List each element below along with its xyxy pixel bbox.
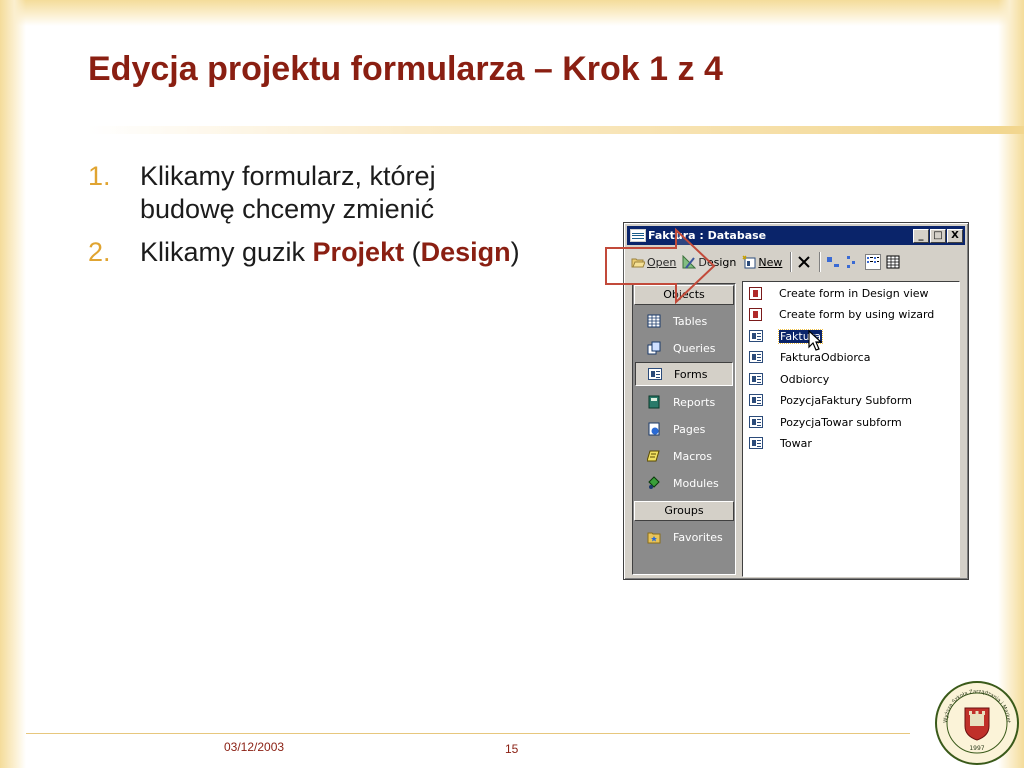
list-item-label: Odbiorcy (780, 372, 830, 386)
sidebar-item-label: Macros (673, 449, 713, 463)
bullet-text: Klikamy formularz, której budowę chcemy … (140, 160, 648, 226)
bullet-line: budowę chcemy zmienić (140, 194, 435, 224)
forms-list: Create form in Design view Create form b… (742, 281, 960, 577)
sidebar-item-reports[interactable]: Reports (635, 390, 733, 414)
close-button[interactable]: X (947, 228, 963, 243)
callout-arrow-icon (605, 228, 716, 304)
sidebar-item-macros[interactable]: Macros (635, 444, 733, 468)
school-seal-logo: Wyższa Szkoła Zarządzania i Marketingu w… (934, 680, 1019, 765)
title-underline (88, 126, 1024, 134)
list-item-label: PozycjaTowar subform (780, 415, 902, 429)
slide-title: Edycja projektu formularza – Krok 1 z 4 (88, 50, 723, 88)
list-item[interactable]: Towar (749, 434, 813, 452)
window-controls: _ □ X (912, 228, 963, 243)
toolbar-separator (819, 252, 822, 272)
bullet-number: 1. (88, 161, 111, 191)
details-view-icon[interactable] (886, 255, 900, 269)
sidebar-item-queries[interactable]: Queries (635, 336, 733, 360)
bullet-line: Klikamy formularz, której (140, 161, 436, 191)
small-icons-view-icon[interactable] (846, 255, 860, 269)
sidebar-item-label: Pages (673, 422, 706, 436)
footer-date: 03/12/2003 (224, 740, 285, 754)
sidebar-item-modules[interactable]: Modules (635, 471, 733, 495)
list-item-label: FakturaOdbiorca (780, 350, 871, 364)
form-icon (648, 368, 662, 380)
new-label: New (758, 255, 783, 269)
form-icon (749, 416, 763, 428)
bullet-item-2: 2. Klikamy guzik Projekt (Design) (88, 236, 648, 269)
form-icon (749, 394, 763, 406)
mouse-pointer-icon (808, 330, 823, 351)
footer-divider (26, 733, 910, 734)
list-view-icon[interactable] (865, 254, 882, 270)
form-icon (749, 373, 763, 385)
form-icon (749, 351, 763, 363)
sidebar-item-label: Queries (673, 341, 716, 355)
list-item-label: Create form in Design view (779, 286, 929, 300)
list-item[interactable]: PozycjaTowar subform (749, 413, 903, 431)
bullet-bold-projekt: Projekt (312, 237, 405, 267)
table-icon (647, 314, 661, 328)
form-icon (749, 437, 763, 449)
list-item[interactable]: Create form in Design view (749, 284, 930, 302)
query-icon (647, 341, 661, 355)
bullet-bold-design: Design (420, 237, 511, 267)
wizard-icon (749, 286, 762, 300)
objects-bar: Objects Tables Queries Forms Reports Pag… (632, 283, 736, 575)
bullet-paren-open: ( (404, 237, 421, 267)
bullet-number: 2. (88, 237, 111, 267)
sidebar-item-tables[interactable]: Tables (635, 309, 733, 333)
bullet-prefix: Klikamy guzik (140, 237, 313, 267)
form-icon (749, 330, 763, 342)
bullet-list: 1. Klikamy formularz, której budowę chce… (88, 160, 648, 279)
slide-frame-top (0, 0, 1024, 26)
page-icon (648, 422, 660, 436)
new-button[interactable]: New (742, 255, 782, 269)
list-item-label: Create form by using wizard (779, 307, 935, 321)
bullet-text: Klikamy guzik Projekt (Design) (140, 236, 648, 269)
sidebar-item-favorites[interactable]: Favorites (635, 525, 733, 549)
list-item[interactable]: Create form by using wizard (749, 305, 935, 323)
favorites-folder-icon (647, 532, 661, 544)
new-object-icon (742, 255, 756, 269)
list-item-label: Towar (780, 436, 812, 450)
report-icon (648, 395, 660, 409)
groups-group-button[interactable]: Groups (634, 501, 734, 521)
minimize-button[interactable]: _ (913, 228, 929, 243)
slide-frame-left (0, 0, 26, 768)
sidebar-item-label: Tables (673, 314, 708, 328)
slide-frame-right (998, 0, 1024, 768)
sidebar-item-label: Forms (674, 367, 708, 381)
list-item[interactable]: PozycjaFaktury Subform (749, 391, 913, 409)
sidebar-item-pages[interactable]: Pages (635, 417, 733, 441)
sidebar-item-label: Modules (673, 476, 719, 490)
sidebar-item-label: Favorites (673, 530, 723, 544)
toolbar-separator (790, 252, 793, 272)
maximize-button[interactable]: □ (930, 228, 946, 243)
wizard-icon (749, 307, 762, 321)
module-icon (648, 476, 660, 489)
list-item[interactable]: Odbiorcy (749, 370, 830, 388)
seal-year: 1997 (969, 745, 984, 752)
slide-number: 15 (505, 742, 519, 756)
large-icons-view-icon[interactable] (826, 255, 840, 269)
delete-icon[interactable] (797, 255, 811, 269)
bullet-item-1: 1. Klikamy formularz, której budowę chce… (88, 160, 648, 226)
macro-icon (647, 450, 660, 462)
list-item-label: PozycjaFaktury Subform (780, 393, 912, 407)
sidebar-item-forms[interactable]: Forms (635, 362, 733, 386)
sidebar-item-label: Reports (673, 395, 716, 409)
bullet-paren-close: ) (510, 237, 520, 267)
